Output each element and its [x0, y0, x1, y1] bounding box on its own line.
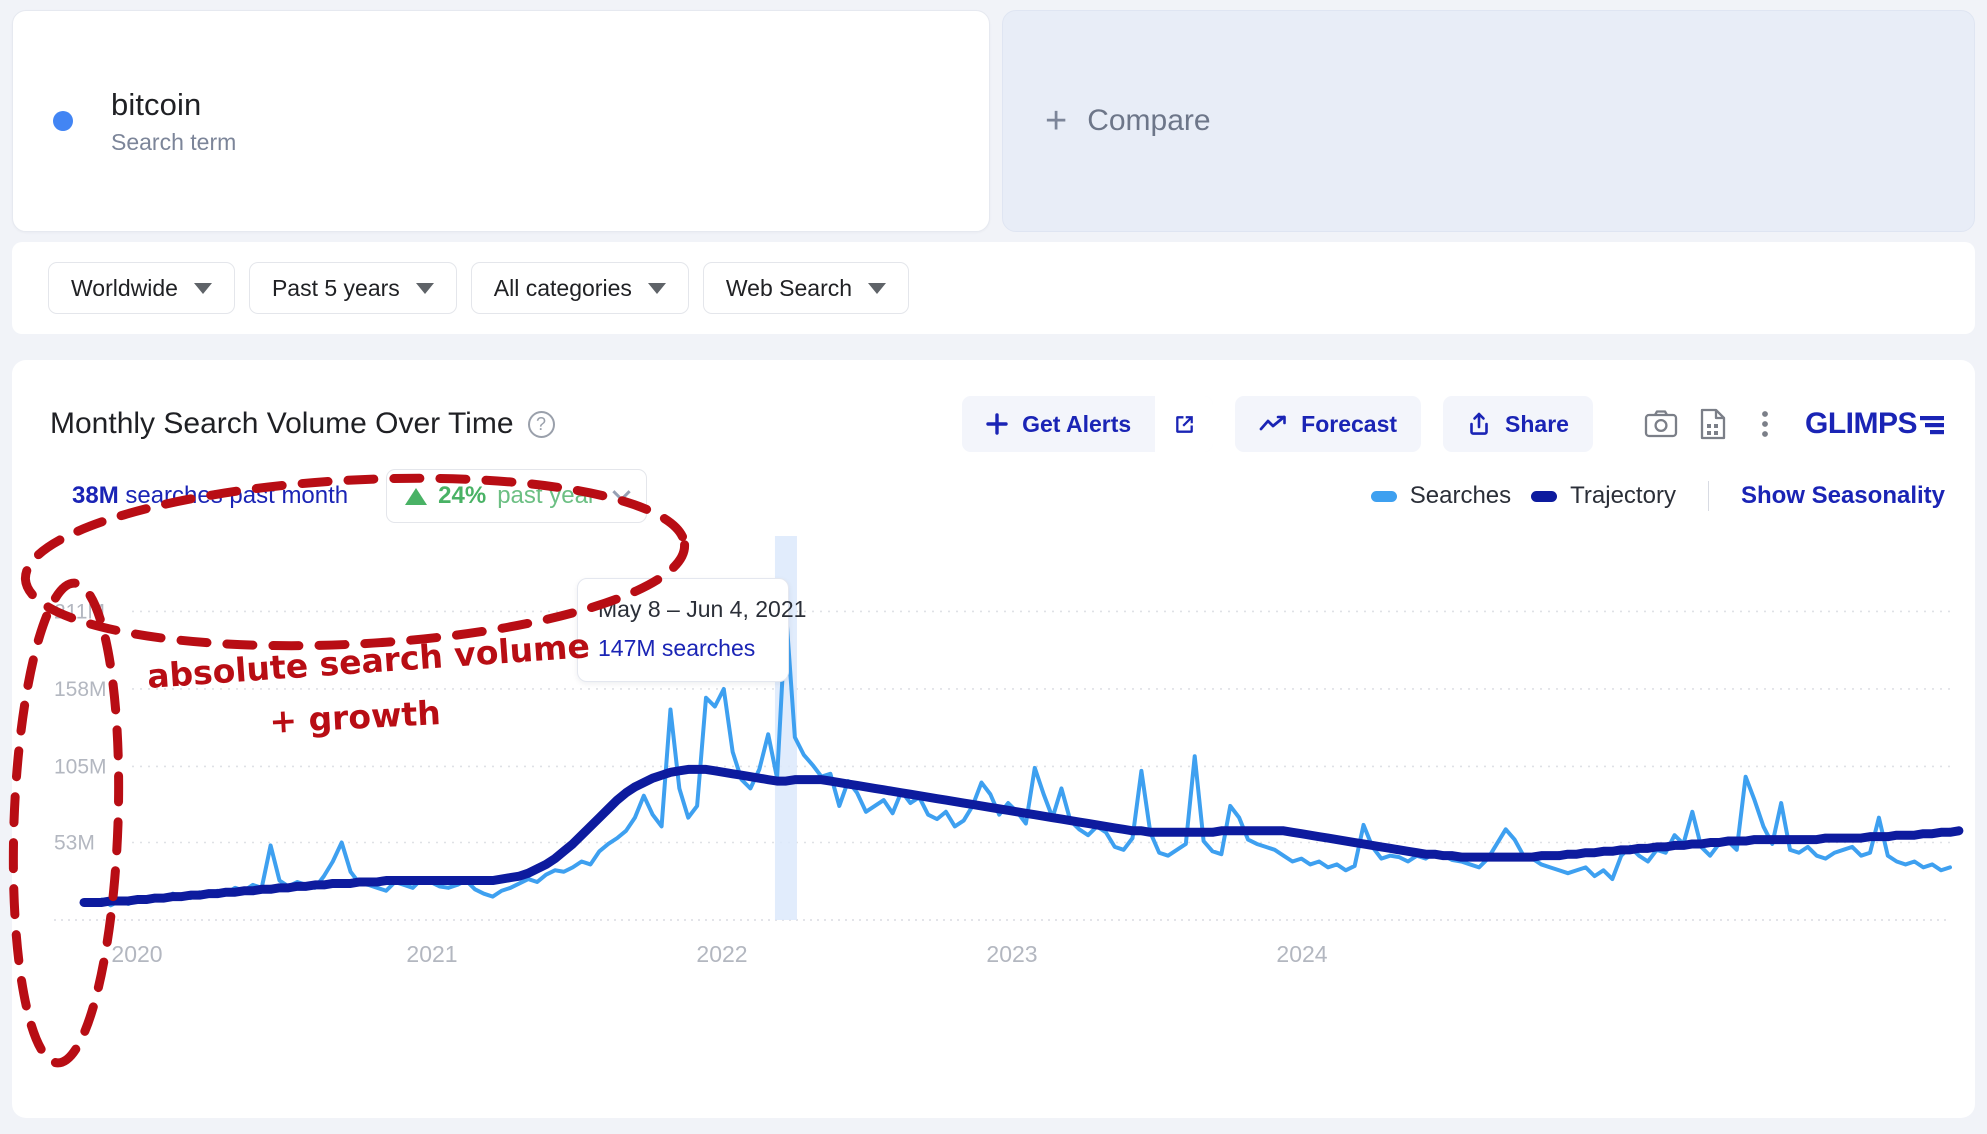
chart-title: Monthly Search Volume Over Time — [50, 407, 514, 440]
document-button[interactable] — [1687, 398, 1739, 450]
compare-label: Compare — [1087, 104, 1211, 137]
camera-button[interactable] — [1635, 398, 1687, 450]
chart-plot-area: 53M 105M 158M 211M 2020 2021 2022 2023 2024 May… — [12, 530, 1975, 1000]
filter-bar: Worldwide Past 5 years All categories We… — [12, 242, 1975, 334]
more-vertical-icon — [1762, 411, 1768, 437]
legend-divider — [1707, 481, 1709, 511]
legend-label-trajectory: Trajectory — [1570, 482, 1676, 509]
series-color-dot — [53, 111, 73, 131]
share-button[interactable]: Share — [1443, 396, 1593, 452]
legend-swatch-searches — [1370, 490, 1397, 502]
triangle-up-icon — [405, 487, 428, 505]
svg-text:211M: 211M — [54, 600, 105, 623]
search-volume-label: searches past month — [118, 482, 349, 509]
search-volume-value: 38M — [72, 482, 119, 509]
stats-row: 38M searches past month 24% past year Se… — [12, 452, 1975, 526]
y-axis-tick-labels: 53M 105M 158M 211M — [54, 600, 107, 854]
chart-legend: Searches Trajectory Show Seasonality — [1370, 481, 1945, 511]
compare-button[interactable]: + Compare — [1002, 10, 1975, 232]
chevron-down-icon — [868, 282, 887, 294]
svg-text:158M: 158M — [54, 678, 107, 701]
svg-text:2020: 2020 — [111, 941, 162, 967]
svg-text:2024: 2024 — [1276, 941, 1327, 967]
glimpse-logo: GLIMPS — [1805, 407, 1945, 441]
svg-text:53M: 53M — [54, 832, 95, 855]
chevron-down-icon — [415, 282, 434, 294]
forecast-button[interactable]: Forecast — [1235, 396, 1422, 452]
legend-item-searches[interactable]: Searches — [1370, 482, 1512, 510]
get-alerts-button[interactable]: Get Alerts — [962, 396, 1156, 452]
help-icon[interactable]: ? — [527, 410, 555, 438]
share-upload-icon — [1470, 412, 1488, 435]
document-icon — [1700, 408, 1726, 440]
search-term-card[interactable]: bitcoin Search term — [12, 10, 990, 232]
search-term-row: bitcoin Search term + Compare — [0, 0, 1987, 232]
share-label: Share — [1505, 410, 1569, 437]
grid-lines — [54, 610, 1950, 921]
growth-value: 24% — [438, 482, 487, 509]
filter-category[interactable]: All categories — [470, 262, 689, 314]
search-volume-stat: 38M searches past month — [72, 482, 348, 510]
glimpse-mark-icon — [1920, 416, 1944, 435]
tooltip-value: 147M searches — [598, 635, 756, 661]
chevron-down-icon — [612, 482, 631, 501]
chevron-down-icon — [193, 282, 212, 294]
filter-timerange-label: Past 5 years — [271, 274, 400, 301]
growth-dropdown[interactable]: 24% past year — [386, 469, 647, 523]
get-alerts-group: Get Alerts — [962, 396, 1214, 452]
search-term-name: bitcoin — [111, 86, 202, 122]
filter-searchtype-label: Web Search — [725, 274, 853, 301]
chart-toolbar: Monthly Search Volume Over Time ? Get Al… — [12, 360, 1975, 452]
external-link-icon — [1175, 415, 1193, 433]
svg-text:2023: 2023 — [986, 941, 1037, 967]
filter-location-label: Worldwide — [71, 274, 178, 301]
chart-card: Monthly Search Volume Over Time ? Get Al… — [12, 360, 1975, 1118]
chevron-down-icon — [647, 282, 666, 294]
legend-swatch-trajectory — [1531, 490, 1558, 502]
growth-period-label: past year — [497, 482, 596, 509]
search-term-type: Search term — [111, 128, 237, 155]
filter-timerange[interactable]: Past 5 years — [248, 262, 457, 314]
filter-location[interactable]: Worldwide — [48, 262, 235, 314]
more-options-button[interactable] — [1739, 398, 1791, 450]
plus-icon: + — [1045, 100, 1068, 142]
show-seasonality-link[interactable]: Show Seasonality — [1741, 482, 1945, 510]
svg-text:2021: 2021 — [406, 941, 457, 967]
svg-text:2022: 2022 — [696, 941, 747, 967]
legend-label-searches: Searches — [1409, 482, 1512, 509]
forecast-label: Forecast — [1301, 410, 1398, 437]
plus-icon — [986, 413, 1008, 435]
open-external-button[interactable] — [1155, 396, 1214, 452]
search-volume-line-chart[interactable]: 53M 105M 158M 211M 2020 2021 2022 2023 2024 — [12, 530, 1975, 1000]
filter-searchtype[interactable]: Web Search — [702, 262, 910, 314]
legend-item-trajectory[interactable]: Trajectory — [1531, 482, 1676, 510]
camera-icon — [1644, 410, 1678, 438]
trend-up-icon — [1259, 415, 1286, 431]
data-series — [79, 609, 1964, 908]
svg-text:105M: 105M — [54, 755, 107, 778]
chart-tooltip: May 8 – Jun 4, 2021 147M searches — [577, 578, 807, 682]
x-axis-tick-labels: 2020 2021 2022 2023 2024 — [111, 941, 1327, 967]
tooltip-date-range: May 8 – Jun 4, 2021 — [598, 596, 807, 622]
glimpse-wordmark: GLIMPS — [1804, 407, 1918, 440]
app-root: bitcoin Search term + Compare Worldwide … — [0, 0, 1987, 1134]
get-alerts-label: Get Alerts — [1022, 410, 1132, 437]
filter-category-label: All categories — [493, 274, 632, 301]
